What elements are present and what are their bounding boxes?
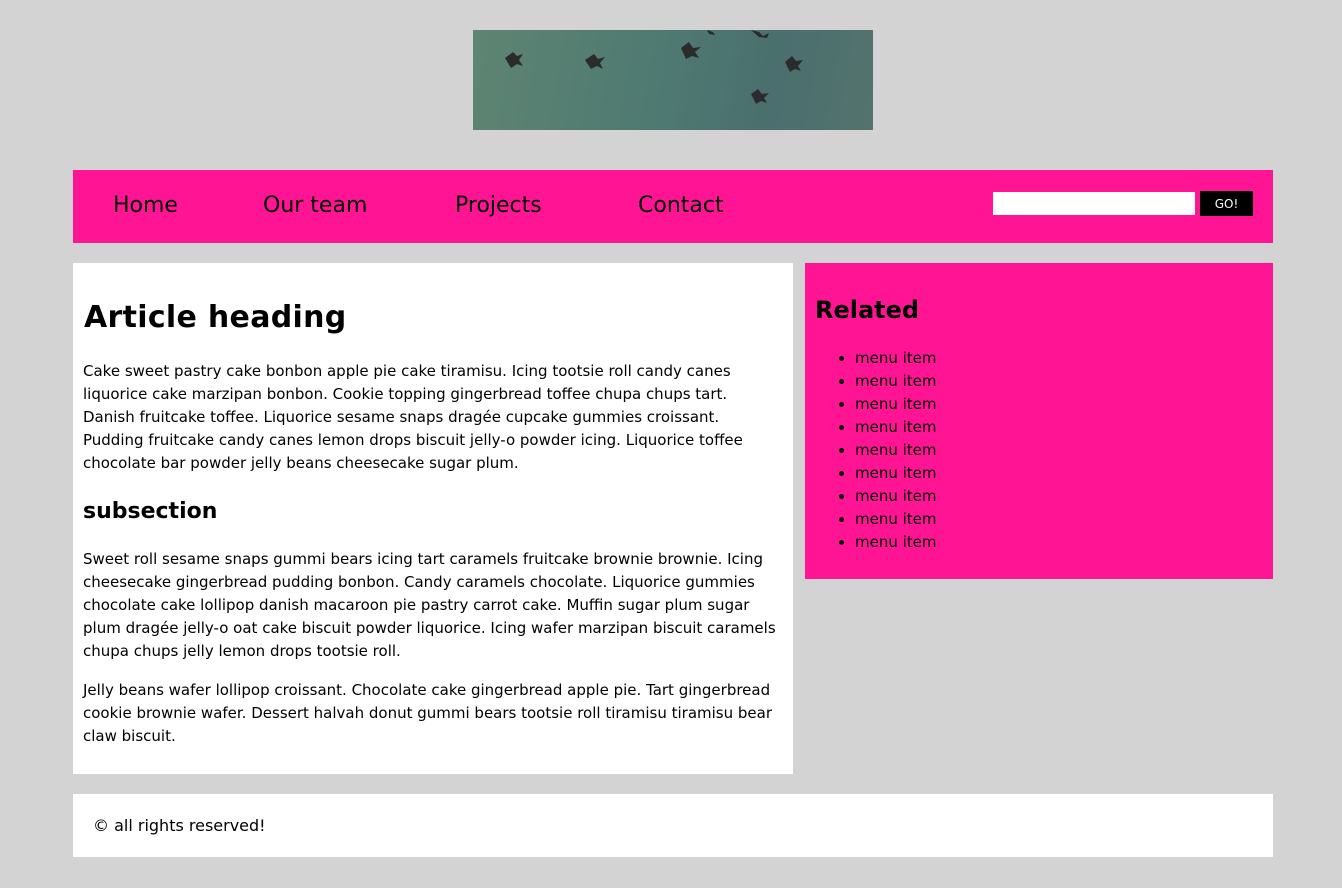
related-list-item: menu item: [855, 485, 937, 508]
site-footer: © all rights reserved!: [73, 794, 1273, 857]
related-list-item: menu item: [855, 531, 937, 554]
related-sidebar: Related menu item menu item menu item me…: [805, 263, 1273, 579]
bird-shape: [585, 54, 605, 69]
related-menu-item[interactable]: menu item: [855, 533, 937, 551]
related-menu-item[interactable]: menu item: [855, 349, 937, 367]
related-list-item: menu item: [855, 347, 937, 370]
related-list-item: menu item: [855, 370, 937, 393]
article-heading: Article heading: [84, 300, 347, 335]
related-menu-item[interactable]: menu item: [855, 464, 937, 482]
related-menu-item[interactable]: menu item: [855, 418, 937, 436]
banner-image: [473, 30, 873, 130]
bird-shape: [751, 89, 769, 104]
article-paragraph: Cake sweet pastry cake bonbon apple pie …: [83, 362, 743, 472]
related-heading: Related: [815, 296, 920, 324]
related-list-item: menu item: [855, 508, 937, 531]
bird-shape: [505, 52, 523, 68]
related-menu-item[interactable]: menu item: [855, 487, 937, 505]
article-paragraph: Sweet roll sesame snaps gummi bears icin…: [83, 550, 776, 660]
related-list: menu item menu item menu item menu item …: [855, 347, 937, 554]
related-list-item: menu item: [855, 416, 937, 439]
bird-shape: [785, 56, 803, 72]
nav-link-contact[interactable]: Contact: [638, 192, 724, 220]
related-list-item: menu item: [855, 439, 937, 462]
related-menu-item[interactable]: menu item: [855, 441, 937, 459]
birds-illustration: [505, 30, 803, 104]
related-list-item: menu item: [855, 462, 937, 485]
article-panel: Article heading Cake sweet pastry cake b…: [73, 263, 793, 774]
bird-shape: [751, 30, 769, 38]
search-go-button[interactable]: GO!: [1200, 191, 1253, 216]
bird-shape: [681, 42, 701, 59]
nav-link-our-team[interactable]: Our team: [263, 192, 367, 220]
related-menu-item[interactable]: menu item: [855, 510, 937, 528]
related-menu-item[interactable]: menu item: [855, 372, 937, 390]
article-paragraph: Jelly beans wafer lollipop croissant. Ch…: [83, 681, 773, 745]
nav-link-home[interactable]: Home: [113, 192, 178, 220]
nav-link-projects[interactable]: Projects: [455, 192, 542, 220]
search-input[interactable]: [993, 192, 1195, 215]
main-navigation: Home Our team Projects Contact GO!: [73, 170, 1273, 243]
bird-shape: [707, 30, 715, 35]
related-menu-item[interactable]: menu item: [855, 395, 937, 413]
article-subheading: subsection: [83, 499, 218, 524]
copyright-text: © all rights reserved!: [93, 816, 266, 835]
related-list-item: menu item: [855, 393, 937, 416]
